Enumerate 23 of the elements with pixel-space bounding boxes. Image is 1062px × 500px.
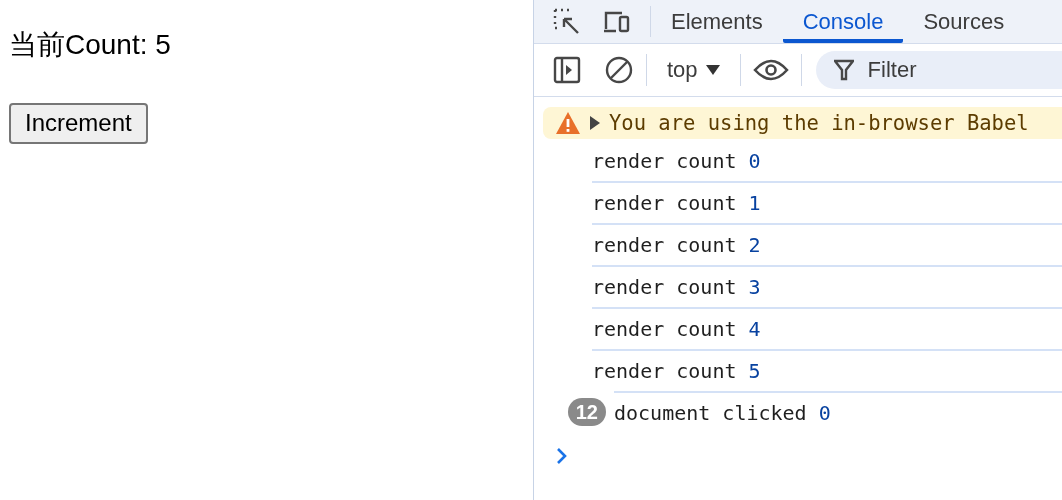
log-value: 1 <box>748 191 761 215</box>
log-message: render count <box>592 149 737 173</box>
log-value: 4 <box>748 317 761 341</box>
log-value: 5 <box>748 359 761 383</box>
log-message: render count <box>592 317 737 341</box>
log-message: render count <box>592 275 737 299</box>
increment-button[interactable]: Increment <box>9 103 148 144</box>
log-value: 0 <box>748 149 761 173</box>
log-message: render count <box>592 359 737 383</box>
log-message: render count <box>592 233 737 257</box>
devtools-tab[interactable]: Elements <box>651 4 783 43</box>
log-value: 3 <box>748 275 761 299</box>
warning-text: You are using the in-browser Babel <box>609 111 1029 135</box>
log-message: render count <box>592 191 737 215</box>
context-dropdown[interactable]: top <box>659 57 728 83</box>
log-message: document clicked <box>614 401 807 425</box>
filter-field[interactable]: Filter <box>815 51 1062 89</box>
repeat-count-badge: 12 <box>567 398 606 426</box>
log-value: 2 <box>748 233 761 257</box>
count-heading: 当前Count: 5 <box>9 28 172 62</box>
devtools-tab[interactable]: Console <box>782 4 904 43</box>
devtools-tab[interactable]: Sources <box>903 4 1025 43</box>
log-value: 0 <box>818 401 831 425</box>
